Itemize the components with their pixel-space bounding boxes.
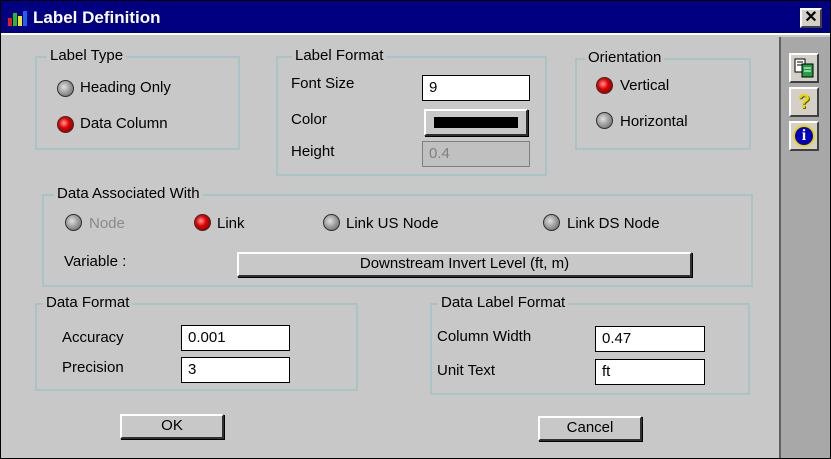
unit-text-input[interactable]: ft: [595, 359, 705, 385]
label-definition-window: Label Definition ✕ Label Type Heading On…: [0, 0, 831, 459]
data-format-title: Data Format: [43, 294, 133, 311]
link-us-node-label[interactable]: Link US Node: [346, 215, 439, 232]
help-icon: ?: [797, 90, 811, 113]
heading-only-radio[interactable]: [57, 80, 74, 97]
orientation-title: Orientation: [585, 49, 665, 66]
copy-icon: [794, 58, 814, 78]
font-size-input[interactable]: 9: [422, 75, 530, 101]
cancel-button[interactable]: Cancel: [538, 416, 642, 441]
heading-only-label[interactable]: Heading Only: [80, 79, 171, 96]
column-width-label: Column Width: [437, 328, 532, 345]
label-type-group: Label Type: [35, 47, 240, 150]
link-label[interactable]: Link: [217, 215, 245, 232]
label-format-title: Label Format: [292, 47, 387, 64]
info-icon: i: [793, 125, 815, 147]
window-title: Label Definition: [33, 8, 161, 27]
precision-label: Precision: [62, 359, 124, 376]
height-input[interactable]: 0.4: [422, 141, 530, 167]
font-size-label: Font Size: [291, 75, 355, 92]
variable-select-button[interactable]: Downstream Invert Level (ft, m): [237, 252, 692, 277]
data-label-format-title: Data Label Format: [438, 294, 569, 311]
precision-input[interactable]: 3: [181, 357, 290, 383]
unit-text-label: Unit Text: [437, 362, 496, 379]
link-ds-node-label[interactable]: Link DS Node: [567, 215, 660, 232]
info-glyph: i: [801, 127, 807, 144]
color-label: Color: [291, 111, 327, 128]
accuracy-label: Accuracy: [62, 329, 124, 346]
orientation-group: Orientation: [575, 49, 751, 150]
data-column-radio[interactable]: [57, 116, 74, 133]
link-radio[interactable]: [194, 214, 211, 231]
horizontal-radio[interactable]: [596, 112, 613, 129]
vertical-radio[interactable]: [596, 77, 613, 94]
link-ds-node-radio[interactable]: [543, 214, 560, 231]
info-button[interactable]: i: [789, 121, 819, 151]
node-label: Node: [89, 215, 125, 232]
column-width-input[interactable]: 0.47: [595, 326, 705, 352]
data-column-label[interactable]: Data Column: [80, 115, 168, 132]
link-us-node-radio[interactable]: [323, 214, 340, 231]
title-bar[interactable]: Label Definition ✕: [1, 1, 830, 35]
color-swatch: [434, 117, 518, 128]
vertical-label[interactable]: Vertical: [620, 77, 669, 94]
side-toolbar: ? i: [779, 37, 830, 458]
data-associated-title: Data Associated With: [54, 185, 203, 202]
dialog-body: Label Type Heading Only Data Column Labe…: [4, 37, 779, 455]
horizontal-label[interactable]: Horizontal: [620, 113, 688, 130]
accuracy-input[interactable]: 0.001: [181, 325, 290, 351]
copy-button[interactable]: [789, 53, 819, 83]
close-button[interactable]: ✕: [800, 8, 822, 28]
variable-label: Variable :: [64, 253, 127, 270]
label-type-title: Label Type: [47, 47, 127, 64]
color-picker-button[interactable]: [424, 109, 528, 136]
app-logo-icon: [8, 11, 27, 26]
node-radio: [65, 214, 82, 231]
ok-button[interactable]: OK: [120, 414, 224, 439]
height-label: Height: [291, 143, 335, 160]
help-button[interactable]: ?: [789, 87, 819, 117]
